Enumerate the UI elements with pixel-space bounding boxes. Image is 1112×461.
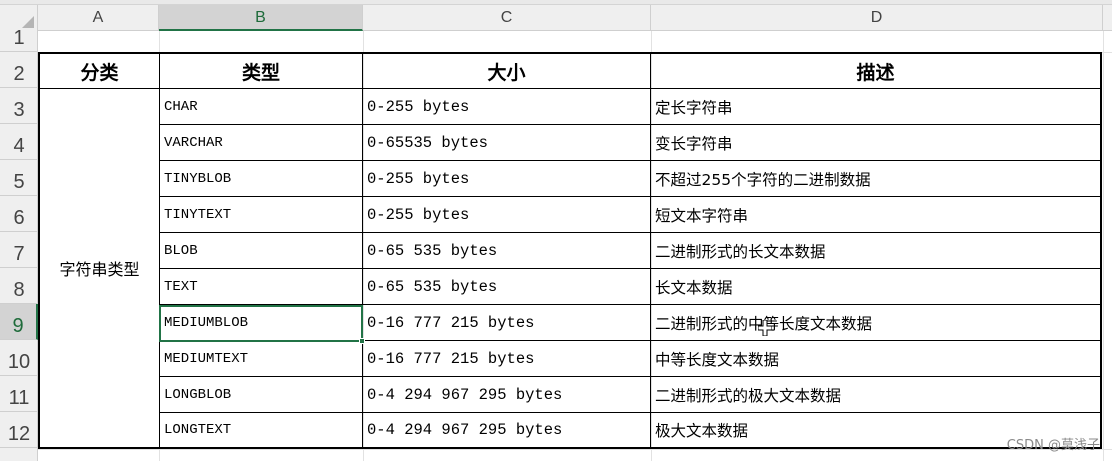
size-cell[interactable]: 0-255 bytes (363, 89, 650, 124)
description-cell[interactable]: 变长字符串 (651, 125, 1100, 160)
description-cell[interactable]: 定长字符串 (651, 89, 1100, 124)
column-header-c[interactable]: C (363, 5, 651, 31)
size-cell[interactable]: 0-65 535 bytes (363, 269, 650, 304)
column-header-b[interactable]: B (159, 5, 363, 31)
row-header-1[interactable]: 1 (0, 27, 38, 52)
size-cell[interactable]: 0-65535 bytes (363, 125, 650, 160)
cross-cursor-icon (758, 320, 772, 336)
column-header-a[interactable]: A (38, 5, 159, 31)
header-cell-type[interactable]: 类型 (160, 54, 362, 88)
type-cell[interactable]: TINYTEXT (160, 197, 362, 232)
size-cell[interactable]: 0-255 bytes (363, 197, 650, 232)
size-cell[interactable]: 0-16 777 215 bytes (363, 341, 650, 376)
size-cell[interactable]: 0-255 bytes (363, 161, 650, 196)
category-cell[interactable]: 字符串类型 (40, 89, 159, 447)
size-cell[interactable]: 0-65 535 bytes (363, 233, 650, 268)
row-header-bar: 1 2 3 4 5 6 7 8 9 10 11 12 (0, 27, 38, 461)
type-cell[interactable]: VARCHAR (160, 125, 362, 160)
header-cell-description[interactable]: 描述 (651, 54, 1100, 88)
description-cell[interactable]: 不超过255个字符的二进制数据 (651, 161, 1100, 196)
row-header-5[interactable]: 5 (0, 160, 38, 196)
description-cell[interactable]: 二进制形式的极大文本数据 (651, 377, 1100, 412)
type-cell[interactable]: LONGTEXT (160, 413, 362, 447)
row-header-4[interactable]: 4 (0, 124, 38, 160)
size-cell[interactable]: 0-4 294 967 295 bytes (363, 377, 650, 412)
type-cell[interactable]: BLOB (160, 233, 362, 268)
row-header-2[interactable]: 2 (0, 52, 38, 88)
type-cell[interactable]: MEDIUMBLOB (160, 305, 362, 340)
header-cell-size[interactable]: 大小 (363, 54, 650, 88)
description-cell[interactable]: 中等长度文本数据 (651, 341, 1100, 376)
description-cell[interactable]: 二进制形式的中等长度文本数据 (651, 305, 1100, 340)
type-cell[interactable]: TINYBLOB (160, 161, 362, 196)
type-cell[interactable]: MEDIUMTEXT (160, 341, 362, 376)
row-header-8[interactable]: 8 (0, 268, 38, 304)
size-cell[interactable]: 0-4 294 967 295 bytes (363, 413, 650, 447)
row-header-10[interactable]: 10 (0, 340, 38, 376)
column-header-bar: A B C D (0, 5, 1112, 31)
row-header-9[interactable]: 9 (0, 304, 38, 340)
description-cell[interactable]: 二进制形式的长文本数据 (651, 233, 1100, 268)
row-header-7[interactable]: 7 (0, 232, 38, 268)
description-cell[interactable]: 短文本字符串 (651, 197, 1100, 232)
type-cell[interactable]: CHAR (160, 89, 362, 124)
watermark: CSDN @莫浅子 (1006, 438, 1100, 453)
row-header-3[interactable]: 3 (0, 88, 38, 124)
size-cell[interactable]: 0-16 777 215 bytes (363, 305, 650, 340)
row-header-6[interactable]: 6 (0, 196, 38, 232)
type-cell[interactable]: LONGBLOB (160, 377, 362, 412)
description-cell[interactable]: 长文本数据 (651, 269, 1100, 304)
column-header-d[interactable]: D (651, 5, 1103, 31)
header-cell-category[interactable]: 分类 (40, 54, 159, 88)
row-header-11[interactable]: 11 (0, 376, 38, 412)
row-header-12[interactable]: 12 (0, 412, 38, 448)
type-cell[interactable]: TEXT (160, 269, 362, 304)
